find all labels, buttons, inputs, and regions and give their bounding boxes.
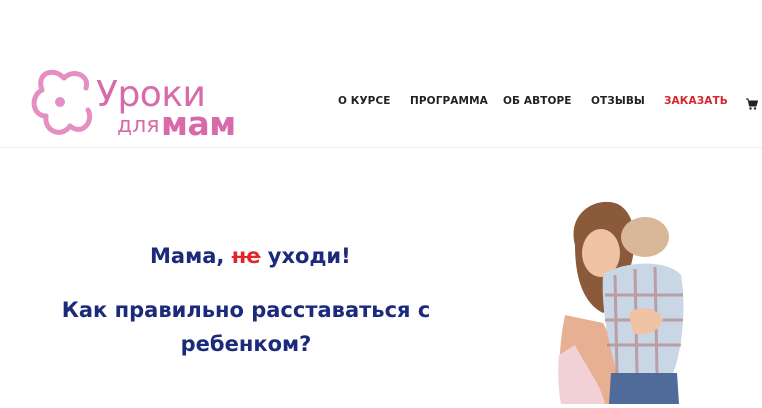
hero-title-struck-word: не	[231, 244, 261, 268]
hero-title-end: уходи!	[267, 244, 351, 268]
site-logo[interactable]: Уроки для мам	[30, 64, 236, 144]
hero-subtitle: Как правильно расставаться с ребенком?	[61, 298, 431, 356]
nav-item-about-course[interactable]: О КУРСЕ	[338, 95, 391, 107]
hero-title: Мама, не уходи!	[150, 244, 351, 268]
logo-text-dlya: для	[117, 113, 160, 138]
site-header: Уроки для мам О КУРСЕ ПРОГРАММА ОБ АВТОР…	[0, 0, 762, 148]
cart-icon[interactable]	[746, 95, 759, 114]
flower-logo-icon	[31, 69, 92, 135]
mother-hugging-child-image	[545, 195, 695, 404]
nav-item-reviews[interactable]: ОТЗЫВЫ	[591, 95, 645, 107]
nav-item-program[interactable]: ПРОГРАММА	[410, 95, 488, 107]
logo-text-mam: мам	[161, 104, 236, 143]
nav-item-about-author[interactable]: ОБ АВТОРЕ	[503, 95, 572, 107]
nav-item-order[interactable]: ЗАКАЗАТЬ	[664, 95, 728, 107]
hero-title-start: Мама,	[150, 244, 225, 268]
